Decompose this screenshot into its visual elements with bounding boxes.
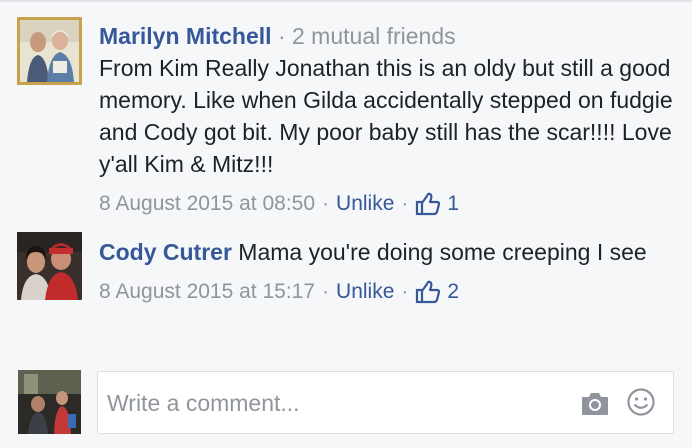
dot-separator: · — [322, 280, 330, 303]
avatar[interactable] — [17, 17, 82, 85]
mutual-friends[interactable]: 2 mutual friends — [292, 23, 456, 49]
smiley-icon[interactable] — [626, 387, 656, 417]
thumbs-up-icon[interactable] — [415, 279, 441, 305]
comment-author[interactable]: Marilyn Mitchell — [99, 23, 272, 49]
dot-separator: · — [401, 192, 409, 215]
meta-separator: · — [277, 23, 286, 49]
comment-author[interactable]: Cody Cutrer — [99, 239, 232, 265]
camera-icon[interactable] — [580, 389, 610, 417]
like-count[interactable]: 2 — [447, 277, 459, 307]
like-count[interactable]: 1 — [447, 189, 459, 219]
top-divider — [0, 0, 692, 2]
comment-text: Marilyn Mitchell · 2 mutual friends From… — [99, 20, 674, 180]
comment-timestamp[interactable]: 8 August 2015 at 15:17 — [99, 277, 315, 307]
comment-timestamp[interactable]: 8 August 2015 at 08:50 — [99, 189, 315, 219]
comment-actions: 8 August 2015 at 08:50 · Unlike · 1 — [99, 189, 674, 219]
comment-body: Mama you're doing some creeping I see — [238, 239, 647, 265]
unlike-button[interactable]: Unlike — [336, 277, 394, 307]
thumbs-up-icon[interactable] — [415, 191, 441, 217]
unlike-button[interactable]: Unlike — [336, 189, 394, 219]
comment-actions: 8 August 2015 at 15:17 · Unlike · 2 — [99, 277, 674, 307]
dot-separator: · — [401, 280, 409, 303]
dot-separator: · — [322, 192, 330, 215]
avatar[interactable] — [17, 232, 82, 300]
comment-composer[interactable] — [97, 371, 674, 434]
avatar[interactable] — [18, 370, 81, 434]
comment-body: From Kim Really Jonathan this is an oldy… — [99, 55, 673, 177]
comment-input[interactable] — [107, 387, 547, 419]
comment-text: Cody Cutrer Mama you're doing some creep… — [99, 236, 674, 268]
